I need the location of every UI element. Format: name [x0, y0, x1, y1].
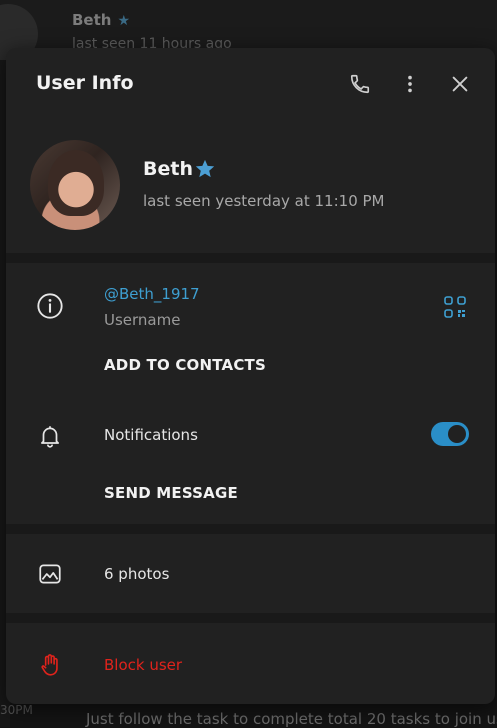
notifications-toggle[interactable] [431, 422, 469, 446]
close-icon[interactable] [446, 70, 474, 98]
info-icon [36, 292, 64, 320]
section-divider [6, 613, 495, 623]
profile-name: Beth [143, 158, 193, 180]
photos-link[interactable]: 6 photos [104, 565, 169, 583]
send-message-button[interactable]: SEND MESSAGE [104, 484, 238, 502]
section-divider [6, 524, 495, 534]
background-chat-name: Beth ★ [72, 11, 131, 29]
avatar[interactable] [30, 140, 120, 230]
more-vertical-icon[interactable] [396, 70, 424, 98]
profile-last-seen: last seen yesterday at 11:10 PM [143, 192, 385, 210]
hand-stop-icon [36, 651, 64, 679]
toggle-knob [448, 425, 466, 443]
background-message-time: 30PM [0, 703, 33, 717]
username-label: Username [104, 311, 181, 329]
notifications-label: Notifications [104, 426, 198, 444]
photo-icon [36, 560, 64, 588]
verified-star-icon: ★ [117, 13, 131, 29]
phone-icon[interactable] [346, 70, 374, 98]
bell-icon [36, 422, 64, 450]
block-user-button[interactable]: Block user [104, 656, 182, 674]
user-info-dialog: User Info Beth last seen yesterday at 11… [6, 48, 495, 704]
qr-code-icon[interactable] [444, 296, 466, 318]
add-to-contacts-button[interactable]: ADD TO CONTACTS [104, 356, 266, 374]
verified-star-icon [194, 158, 216, 184]
section-divider [6, 253, 495, 263]
dialog-title: User Info [36, 72, 134, 94]
username-value[interactable]: @Beth_1917 [104, 285, 200, 303]
background-message-text: Just follow the task to complete total 2… [86, 710, 497, 728]
